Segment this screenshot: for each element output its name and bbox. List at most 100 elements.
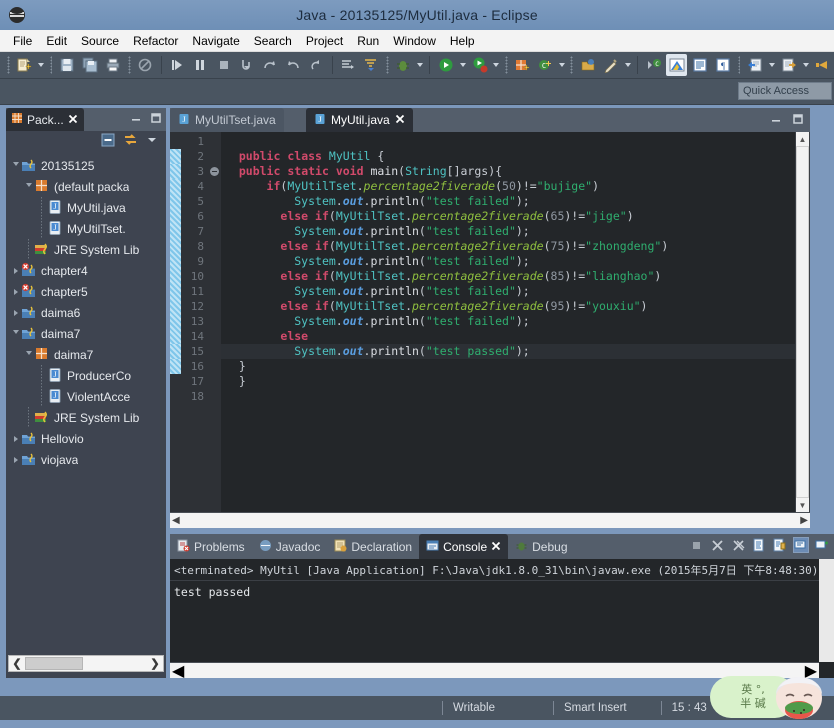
toolbar-grip-4[interactable]	[385, 56, 389, 74]
code-line[interactable]: }	[221, 359, 810, 374]
tree-item-viojava[interactable]: viojava	[6, 449, 166, 470]
menu-edit[interactable]: Edit	[39, 32, 74, 50]
editor-vscroll-track[interactable]	[796, 146, 809, 498]
code-line[interactable]: System.out.println("test failed");	[221, 254, 810, 269]
editor-horizontal-scrollbar[interactable]: ◀ ▶	[170, 512, 810, 528]
remove-all-launches-icon[interactable]	[730, 537, 746, 553]
new-wizard-dropdown-arrow[interactable]	[36, 54, 47, 76]
view-menu-icon[interactable]	[146, 133, 158, 151]
code-line[interactable]: else if(MyUtilTset.percentage2fiverade(9…	[221, 299, 810, 314]
print-icon[interactable]	[103, 54, 124, 76]
new-java-project-icon[interactable]	[512, 54, 533, 76]
display-console-icon[interactable]	[793, 537, 809, 553]
menu-refactor[interactable]: Refactor	[126, 32, 185, 50]
chevron-right-icon[interactable]	[10, 281, 21, 302]
minimize-icon[interactable]	[770, 112, 782, 130]
chevron-right-icon[interactable]	[10, 302, 21, 323]
chevron-right-icon[interactable]	[10, 260, 21, 281]
fold-collapse-icon[interactable]	[208, 164, 221, 179]
terminate-icon[interactable]	[688, 537, 704, 553]
menu-source[interactable]: Source	[74, 32, 126, 50]
scroll-left-icon[interactable]: ◀	[172, 661, 184, 681]
tab-myutiltset-java[interactable]: J MyUtilTset.java	[170, 108, 284, 132]
collapse-all-icon[interactable]	[101, 133, 115, 152]
tree-item-chapter4[interactable]: chapter4	[6, 260, 166, 281]
code-line[interactable]: else	[221, 329, 810, 344]
code-line[interactable]: System.out.println("test failed");	[221, 314, 810, 329]
tree-guide[interactable]	[23, 407, 34, 428]
chevron-down-icon[interactable]	[10, 155, 21, 176]
chevron-right-icon[interactable]	[10, 428, 21, 449]
import-dropdown-arrow[interactable]	[800, 54, 811, 76]
open-console-icon[interactable]	[751, 537, 767, 553]
save-icon[interactable]	[56, 54, 77, 76]
toolbar-grip-3[interactable]	[127, 56, 131, 74]
tab-declaration[interactable]: Declaration	[327, 534, 419, 559]
tree-guide[interactable]	[36, 365, 47, 386]
annotation-marker[interactable]	[170, 359, 181, 374]
menu-navigate[interactable]: Navigate	[185, 32, 246, 50]
resume-icon[interactable]	[167, 54, 188, 76]
scroll-right-icon[interactable]: ❯	[147, 657, 163, 670]
tree-item-chapter5[interactable]: chapter5	[6, 281, 166, 302]
code-line[interactable]: System.out.println("test failed");	[221, 194, 810, 209]
scroll-up-icon[interactable]: ▲	[796, 132, 809, 146]
code-line[interactable]: else if(MyUtilTset.percentage2fiverade(6…	[221, 209, 810, 224]
code-line[interactable]: public static void main(String[]args){	[221, 164, 810, 179]
terminate-icon[interactable]	[213, 54, 234, 76]
search-dropdown-arrow[interactable]	[623, 54, 634, 76]
menu-window[interactable]: Window	[386, 32, 443, 50]
toolbar-grip-6[interactable]	[570, 56, 574, 74]
scroll-left-icon[interactable]: ◀	[172, 515, 180, 526]
chevron-down-icon[interactable]	[23, 176, 34, 197]
tab-myutil-java[interactable]: J MyUtil.java	[306, 108, 413, 132]
step-into-icon[interactable]	[236, 54, 257, 76]
source-text[interactable]: public class MyUtil { public static void…	[221, 132, 810, 512]
code-line[interactable]: System.out.println("test failed");	[221, 284, 810, 299]
chevron-right-icon[interactable]	[10, 449, 21, 470]
run-dropdown-arrow[interactable]	[457, 54, 468, 76]
tree-item-producerco[interactable]: J ProducerCo	[6, 365, 166, 386]
quick-access-field[interactable]: Quick Access	[738, 82, 832, 100]
code-line[interactable]: }	[221, 374, 810, 389]
task-icon[interactable]: ¶	[712, 54, 733, 76]
menu-file[interactable]: File	[6, 32, 39, 50]
minimize-icon[interactable]	[130, 111, 142, 129]
annotation-ruler[interactable]	[170, 132, 181, 512]
tree-item-daima6[interactable]: daima6	[6, 302, 166, 323]
new-class-icon[interactable]: C	[535, 54, 556, 76]
previous-annotation-icon[interactable]	[361, 54, 382, 76]
tab-problems[interactable]: Problems	[170, 534, 252, 559]
drop-to-frame-icon[interactable]	[306, 54, 327, 76]
scroll-left-icon[interactable]: ❮	[9, 657, 25, 670]
import-icon[interactable]	[778, 54, 799, 76]
debug-dropdown-arrow[interactable]	[415, 54, 426, 76]
toolbar-grip-2[interactable]	[49, 56, 53, 74]
tree-guide[interactable]	[36, 197, 47, 218]
tab-javadoc[interactable]: Javadoc	[252, 534, 328, 559]
export-dropdown-arrow[interactable]	[767, 54, 778, 76]
suspend-icon[interactable]	[190, 54, 211, 76]
tree-item-default-packa[interactable]: (default packa	[6, 176, 166, 197]
package-explorer-hscrollbar[interactable]: ❮ ❯	[8, 655, 164, 672]
code-editor[interactable]: 1 2 3 4 5 6 7 8 9 10 11 12 13 14 15 16 17 18 public class…	[170, 132, 810, 512]
debug-icon[interactable]	[393, 54, 414, 76]
menu-search[interactable]: Search	[247, 32, 299, 50]
annotation-marker[interactable]	[170, 149, 181, 164]
toolbar-grip[interactable]	[7, 56, 10, 74]
save-all-icon[interactable]	[80, 54, 101, 76]
tree-item-20135125[interactable]: 20135125	[6, 155, 166, 176]
code-line[interactable]: else if(MyUtilTset.percentage2fiverade(8…	[221, 269, 810, 284]
coverage-icon[interactable]: C	[643, 54, 664, 76]
quick-toggle-icon[interactable]	[135, 54, 156, 76]
tree-item-jre-system-lib[interactable]: JRE System Lib	[6, 239, 166, 260]
code-line[interactable]: System.out.println("test failed");	[221, 224, 810, 239]
link-editor-icon[interactable]	[123, 132, 138, 152]
run-last-dropdown-arrow[interactable]	[491, 54, 502, 76]
tree-guide[interactable]	[36, 386, 47, 407]
tree-item-daima7[interactable]: daima7	[6, 344, 166, 365]
menu-help[interactable]: Help	[443, 32, 482, 50]
tree-item-jre-system-lib[interactable]: JRE System Lib	[6, 407, 166, 428]
code-line[interactable]: System.out.println("test passed");	[221, 344, 810, 359]
chevron-down-icon[interactable]	[23, 344, 34, 365]
